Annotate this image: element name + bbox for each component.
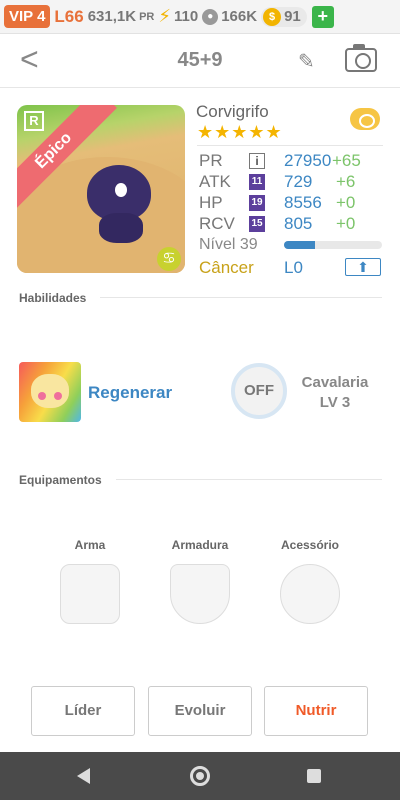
- paw-stat[interactable]: ● 166K: [202, 8, 257, 25]
- zodiac-icon: ♋: [157, 247, 181, 271]
- coin-value: 91: [284, 8, 301, 25]
- stat-label: HP: [199, 193, 223, 212]
- system-nav-bar: [0, 752, 400, 800]
- stat-bonus: +6: [336, 172, 356, 191]
- xp-progress-bar: [284, 241, 382, 249]
- skill-off-badge[interactable]: OFF: [231, 363, 287, 419]
- monster-portrait[interactable]: Épico R ♋: [17, 105, 185, 273]
- section-title-equipment: Equipamentos: [19, 473, 102, 487]
- stat-level-icon: 15: [249, 216, 265, 232]
- leader-button[interactable]: Líder: [31, 686, 135, 736]
- monster-level: Nível 39: [199, 236, 258, 253]
- monster-name: Corvigrifo: [196, 102, 269, 121]
- monster-body: [99, 213, 143, 243]
- equipment-label-weapon: Arma: [74, 538, 106, 552]
- stat-bonus: +0: [336, 214, 356, 233]
- paw-value: 166K: [221, 8, 258, 25]
- stat-row-atk: ATK 11 729 +6: [199, 172, 389, 194]
- stat-value: 729: [284, 172, 313, 191]
- stat-row-hp: HP 19 8556 +0: [199, 193, 389, 215]
- section-title-skills: Habilidades: [19, 291, 87, 305]
- stat-value: 27950: [284, 151, 332, 170]
- stat-level-icon: 11: [249, 174, 265, 190]
- upgrade-button[interactable]: ⬆: [345, 258, 381, 276]
- feed-button[interactable]: Nutrir: [264, 686, 368, 736]
- edit-icon[interactable]: ✎: [298, 49, 315, 74]
- skill-passive[interactable]: Cavalaria LV 3: [298, 373, 372, 413]
- star-rating: ★★★★★: [197, 122, 283, 142]
- stat-bonus: +0: [336, 193, 356, 212]
- equipment-label-accessory: Acessório: [280, 538, 340, 552]
- page-header: < 45+9 ✎: [0, 34, 400, 88]
- power-unit: PR: [139, 10, 155, 23]
- equipment-label-armor: Armadura: [171, 538, 229, 552]
- rank-badge: R: [24, 111, 44, 131]
- stat-value: 805: [284, 214, 313, 233]
- stat-label: PR: [199, 151, 223, 170]
- stat-level-icon: 19: [249, 195, 265, 211]
- stat-label: ATK: [199, 172, 231, 191]
- stat-row-pr: PR i 27950 +65: [199, 151, 389, 173]
- vip-badge[interactable]: VIP 4: [4, 5, 51, 28]
- skill-icon-regenerar[interactable]: [19, 362, 81, 422]
- stat-value: 8556: [284, 193, 322, 212]
- add-coins-button[interactable]: +: [311, 5, 334, 28]
- paw-icon: ●: [202, 8, 219, 25]
- accessory-slot[interactable]: [280, 564, 340, 624]
- power-stat: 631,1K PR: [88, 8, 155, 25]
- stat-row-rcv: RCV 15 805 +0: [199, 214, 389, 236]
- skill-level-passive: LV 3: [319, 394, 351, 411]
- energy-value: 110: [174, 8, 199, 25]
- skill-name-passive: Cavalaria: [301, 374, 369, 391]
- hamster-icon: [31, 374, 69, 408]
- energy-stat[interactable]: ⚡ 110: [158, 6, 198, 27]
- lightning-icon: ⚡: [158, 6, 172, 26]
- armor-slot[interactable]: [170, 564, 230, 624]
- weapon-slot[interactable]: [60, 564, 120, 624]
- power-value: 631,1K: [87, 8, 137, 25]
- player-level: L66: [54, 6, 84, 26]
- element-label: Câncer: [199, 258, 254, 277]
- element-level: L0: [284, 258, 303, 277]
- xp-progress-fill: [284, 241, 316, 249]
- page-title: 45+9: [177, 49, 223, 71]
- nav-recent-icon[interactable]: [307, 769, 321, 783]
- skill-name-active[interactable]: Regenerar: [88, 383, 172, 403]
- camera-icon[interactable]: [345, 44, 377, 72]
- coin-icon: $: [263, 7, 282, 26]
- info-icon[interactable]: i: [249, 153, 265, 169]
- divider: [116, 479, 382, 480]
- nav-home-icon[interactable]: [190, 766, 210, 786]
- coin-stat[interactable]: $ 91: [261, 6, 307, 27]
- divider: [100, 297, 382, 298]
- stat-bonus: +65: [332, 151, 361, 170]
- nav-back-icon[interactable]: [77, 768, 90, 784]
- evolve-button[interactable]: Evoluir: [148, 686, 252, 736]
- cloud-icon[interactable]: [350, 108, 380, 130]
- status-bar: VIP 4 L66 631,1K PR ⚡ 110 ● 166K $ 91 +: [0, 0, 400, 34]
- divider: [197, 145, 383, 146]
- stat-label: RCV: [199, 214, 235, 233]
